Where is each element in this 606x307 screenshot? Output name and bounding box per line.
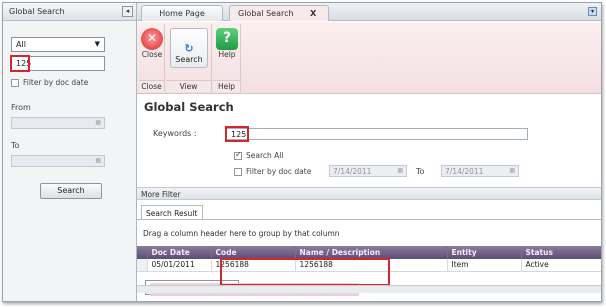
- ribbon-group-close: Close Close: [139, 24, 165, 92]
- calendar-icon[interactable]: ▦: [509, 167, 515, 174]
- column-header-doc-date[interactable]: Doc Date: [147, 246, 212, 259]
- horizontal-scrollbar[interactable]: [137, 285, 601, 293]
- ribbon-toolbar: Close Close ↻ Search View Help Help: [137, 22, 601, 94]
- left-filter-doc-date-row[interactable]: Filter by doc date: [11, 78, 88, 87]
- keywords-highlight-box: [225, 126, 249, 142]
- date-from-value: 7/14/2011: [333, 167, 372, 176]
- help-icon: [216, 28, 238, 50]
- left-search-panel: Global Search ◂ All ▼ 125 Filter by doc …: [3, 3, 137, 301]
- keywords-label: Keywords :: [153, 129, 197, 138]
- document-tabs: Home Page Global Search X ▾: [137, 3, 601, 21]
- doc-type-value: All: [16, 40, 26, 49]
- ribbon-group-help: Help Help: [213, 24, 241, 92]
- date-from-field[interactable]: 7/14/2011 ▦: [329, 165, 407, 177]
- tab-home-page-label: Home Page: [159, 9, 205, 18]
- row-indicator: [137, 259, 148, 272]
- left-search-button[interactable]: Search: [40, 183, 102, 199]
- ribbon-group-view: ↻ Search View: [166, 24, 212, 92]
- tab-global-search[interactable]: Global Search X: [229, 5, 329, 21]
- filter-doc-date-row[interactable]: Filter by doc date: [234, 167, 311, 176]
- column-header-status[interactable]: Status: [521, 246, 601, 259]
- refresh-search-icon: ↻: [184, 42, 194, 55]
- group-by-hint: Drag a column header here to group by th…: [143, 229, 340, 238]
- close-button[interactable]: Close: [140, 28, 164, 59]
- group-help-label: Help: [213, 80, 240, 92]
- filter-doc-date-label: Filter by doc date: [246, 167, 312, 176]
- to-label: To: [11, 141, 20, 150]
- help-button-label: Help: [218, 50, 236, 59]
- search-button-label: Search: [175, 55, 203, 64]
- tab-close-button[interactable]: X: [310, 9, 316, 18]
- keyword-highlight-box: [10, 55, 30, 72]
- grid-indicator-header: [137, 246, 148, 259]
- left-panel-title: Global Search: [9, 7, 65, 16]
- tab-global-search-label: Global Search: [238, 9, 294, 18]
- date-to-value: 7/14/2011: [445, 167, 484, 176]
- result-tab-divider: [137, 219, 601, 220]
- calendar-icon[interactable]: ▦: [397, 167, 403, 174]
- search-button[interactable]: ↻ Search: [170, 28, 208, 68]
- left-filter-doc-date-checkbox[interactable]: [11, 78, 19, 87]
- results-highlight-box: [220, 258, 390, 286]
- close-button-label: Close: [141, 50, 163, 59]
- calendar-icon[interactable]: ▦: [95, 157, 101, 164]
- close-icon: [141, 28, 163, 50]
- main-area: Home Page Global Search X ▾ Close Close …: [137, 3, 601, 301]
- app-window: Global Search ◂ All ▼ 125 Filter by doc …: [2, 2, 602, 302]
- search-all-checkbox[interactable]: [234, 150, 242, 160]
- left-from-date-field[interactable]: ▦: [11, 117, 105, 129]
- page-title: Global Search: [144, 100, 234, 114]
- cell-entity: Item: [447, 259, 522, 272]
- date-to-field[interactable]: 7/14/2011 ▦: [441, 165, 519, 177]
- group-view-label: View: [166, 80, 211, 92]
- chevron-down-icon: ▼: [94, 40, 100, 48]
- left-panel-header: Global Search ◂: [3, 3, 136, 21]
- cell-status: Active: [521, 259, 601, 272]
- date-to-label: To: [416, 167, 425, 176]
- help-button[interactable]: Help: [215, 28, 239, 59]
- more-filter-bar[interactable]: More Filter: [137, 187, 601, 200]
- more-filter-label: More Filter: [141, 190, 181, 199]
- search-result-tab-label: Search Result: [146, 209, 198, 218]
- filter-doc-date-checkbox[interactable]: [234, 167, 242, 176]
- tab-search-result[interactable]: Search Result: [141, 205, 203, 219]
- doc-type-select[interactable]: All ▼: [11, 37, 105, 52]
- left-to-date-field[interactable]: ▦: [11, 155, 105, 167]
- cell-doc-date: 05/01/2011: [147, 259, 212, 272]
- search-all-label: Search All: [246, 151, 284, 160]
- group-close-label: Close: [139, 80, 164, 92]
- from-label: From: [11, 103, 31, 112]
- tab-list-icon[interactable]: ▾: [588, 7, 597, 16]
- keywords-input[interactable]: 125: [226, 128, 528, 140]
- column-header-entity[interactable]: Entity: [447, 246, 522, 259]
- calendar-icon[interactable]: ▦: [95, 119, 101, 126]
- collapse-panel-button[interactable]: ◂: [122, 6, 133, 17]
- tab-home-page[interactable]: Home Page: [141, 5, 223, 21]
- left-filter-doc-date-label: Filter by doc date: [23, 78, 89, 87]
- search-all-row[interactable]: Search All: [234, 150, 284, 160]
